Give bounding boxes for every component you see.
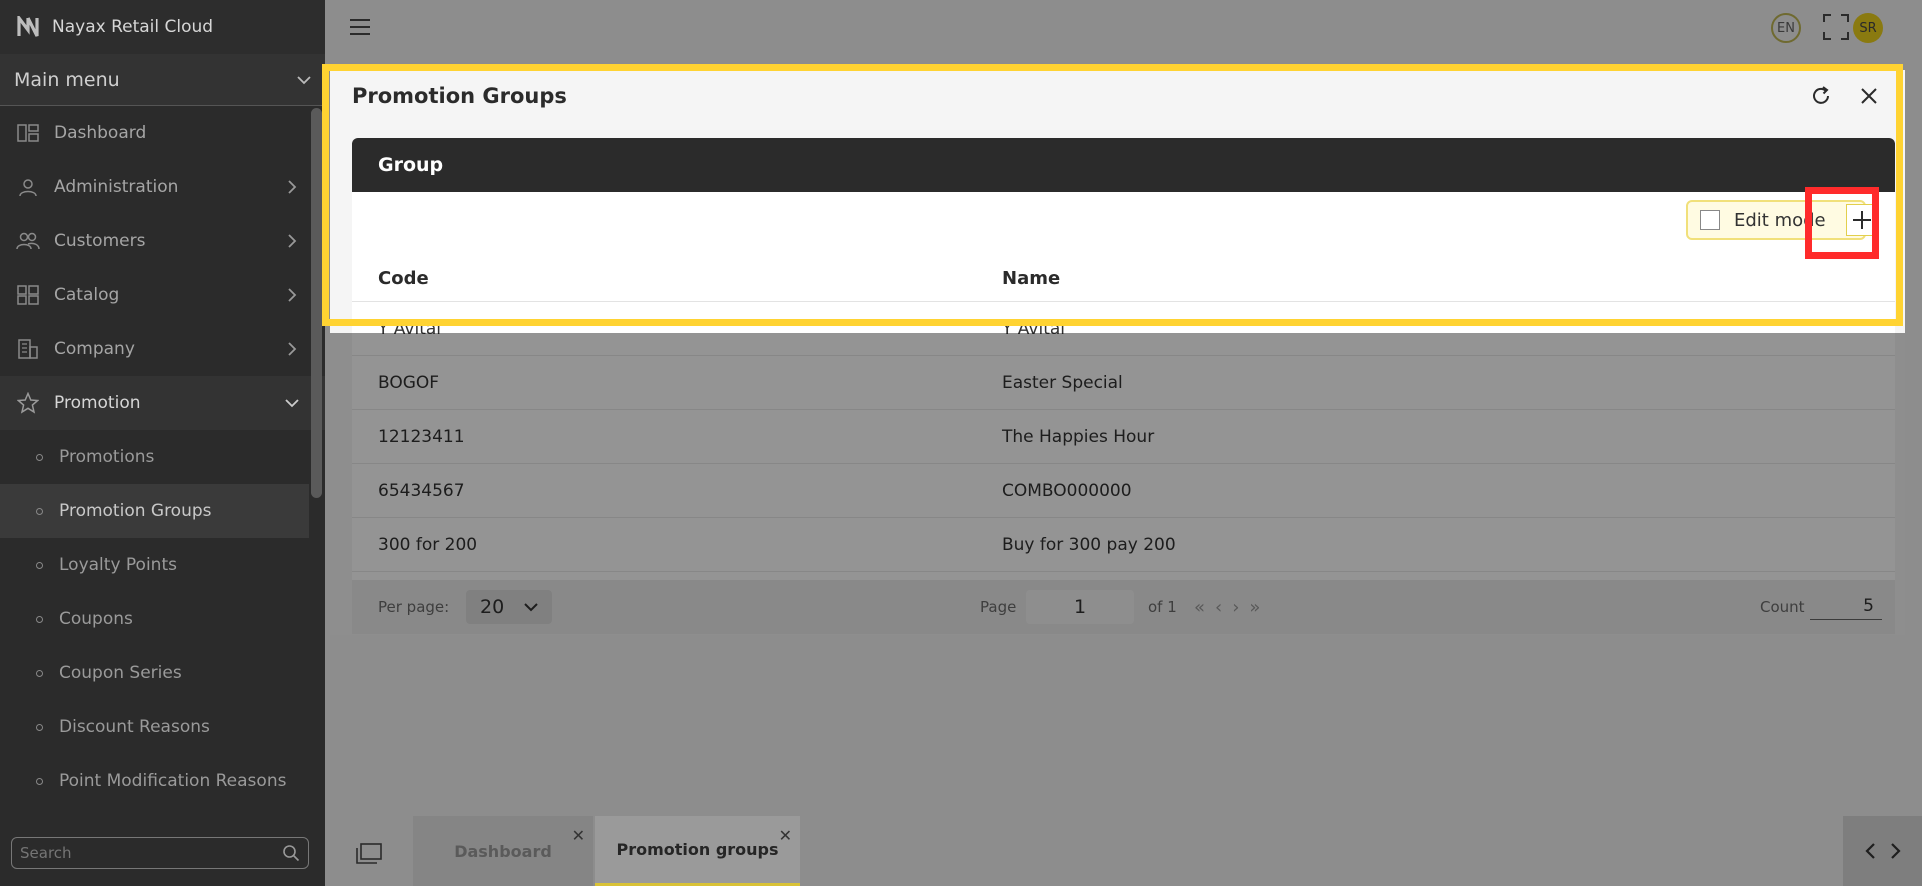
edit-mode-label: Edit mode (1734, 209, 1826, 231)
star-icon (16, 391, 40, 415)
bullet-icon (36, 561, 43, 569)
chevron-down-icon (297, 75, 311, 84)
close-tab-icon[interactable]: ✕ (779, 826, 792, 845)
app-title: Nayax Retail Cloud (52, 17, 214, 37)
language-selector[interactable]: EN (1771, 13, 1801, 43)
page-title: Promotion Groups (352, 84, 567, 108)
bullet-icon (36, 777, 43, 785)
card-toolbar: Edit mode (1686, 200, 1878, 240)
sidebar-item-label: Dashboard (54, 123, 147, 143)
search-input[interactable] (20, 844, 282, 862)
sidebar: Nayax Retail Cloud Main menu Dashboard A… (0, 0, 325, 886)
top-bar: EN SR (325, 0, 1922, 54)
tab-navigation (1843, 816, 1922, 886)
bullet-icon (36, 615, 43, 623)
card-header: Group (352, 138, 1895, 192)
bullet-icon (36, 723, 43, 731)
sidebar-item-customers[interactable]: Customers (0, 214, 325, 268)
sidebar-item-label: Customers (54, 231, 146, 251)
add-button[interactable] (1846, 204, 1878, 236)
close-tab-icon[interactable]: ✕ (572, 826, 585, 845)
subitem-label: Discount Reasons (59, 717, 210, 737)
menu-list: Dashboard Administration Customers Catal… (0, 106, 325, 808)
admin-icon (16, 175, 40, 199)
search-icon[interactable] (282, 844, 300, 862)
sidebar-item-label: Catalog (54, 285, 120, 305)
sidebar-item-label: Administration (54, 177, 179, 197)
table-header: Code Name (352, 256, 1895, 302)
column-header-code[interactable]: Code (352, 268, 1002, 289)
subitem-label: Point Modification Reasons (59, 771, 287, 791)
brand: Nayax Retail Cloud (0, 0, 325, 54)
windows-icon[interactable] (355, 842, 383, 866)
main-menu-toggle[interactable]: Main menu (0, 54, 325, 106)
sidebar-item-company[interactable]: Company (0, 322, 325, 376)
avatar[interactable]: SR (1853, 13, 1883, 43)
edit-mode-toggle[interactable]: Edit mode (1686, 200, 1866, 240)
bullet-icon (36, 453, 43, 461)
catalog-icon (16, 283, 40, 307)
chevron-right-icon (288, 288, 297, 302)
tab-label: Promotion groups (616, 840, 779, 859)
tab-label: Dashboard (454, 841, 552, 861)
sidebar-item-label: Promotion (54, 393, 141, 413)
subitem-label: Coupons (59, 609, 133, 629)
subitem-label: Coupon Series (59, 663, 182, 683)
plus-icon (1853, 211, 1871, 229)
edit-mode-checkbox[interactable] (1700, 210, 1720, 230)
dashboard-icon (16, 121, 40, 145)
bullet-icon (36, 507, 43, 515)
sidebar-subitem-promotion-groups[interactable]: Promotion Groups (0, 484, 309, 538)
sidebar-search (11, 837, 309, 869)
dim-overlay (330, 333, 1905, 635)
chevron-right-icon[interactable] (1890, 843, 1902, 859)
sidebar-item-administration[interactable]: Administration (0, 160, 325, 214)
sidebar-subitem-point-modification-reasons[interactable]: Point Modification Reasons (0, 754, 325, 808)
sidebar-item-dashboard[interactable]: Dashboard (0, 106, 325, 160)
tab-promotion-groups[interactable]: Promotion groups ✕ (595, 816, 800, 886)
tab-bar: Dashboard ✕ Promotion groups ✕ (325, 816, 1922, 886)
main-menu-label: Main menu (14, 68, 120, 91)
chevron-right-icon (288, 342, 297, 356)
sidebar-subitem-coupon-series[interactable]: Coupon Series (0, 646, 325, 700)
nayax-logo-icon (16, 15, 40, 39)
subitem-label: Promotions (59, 447, 155, 467)
tab-dashboard[interactable]: Dashboard ✕ (413, 816, 593, 886)
bullet-icon (36, 669, 43, 677)
chevron-right-icon (288, 234, 297, 248)
sidebar-subitem-coupons[interactable]: Coupons (0, 592, 325, 646)
sidebar-subitem-promotions[interactable]: Promotions (0, 430, 325, 484)
subitem-label: Promotion Groups (59, 501, 212, 521)
sidebar-subitem-loyalty-points[interactable]: Loyalty Points (0, 538, 325, 592)
chevron-down-icon (285, 399, 299, 408)
sidebar-scrollbar[interactable] (311, 108, 322, 498)
subitem-label: Loyalty Points (59, 555, 177, 575)
sidebar-item-promotion[interactable]: Promotion (0, 376, 325, 430)
sidebar-item-label: Company (54, 339, 135, 359)
chevron-left-icon[interactable] (1864, 843, 1876, 859)
chevron-right-icon (288, 180, 297, 194)
refresh-icon[interactable] (1810, 85, 1832, 107)
customers-icon (16, 229, 40, 253)
company-icon (16, 337, 40, 361)
hamburger-menu-icon[interactable] (349, 18, 371, 36)
column-header-name[interactable]: Name (1002, 268, 1895, 289)
sidebar-item-catalog[interactable]: Catalog (0, 268, 325, 322)
fullscreen-icon[interactable] (1823, 14, 1849, 40)
close-icon[interactable] (1860, 87, 1878, 105)
sidebar-subitem-discount-reasons[interactable]: Discount Reasons (0, 700, 325, 754)
